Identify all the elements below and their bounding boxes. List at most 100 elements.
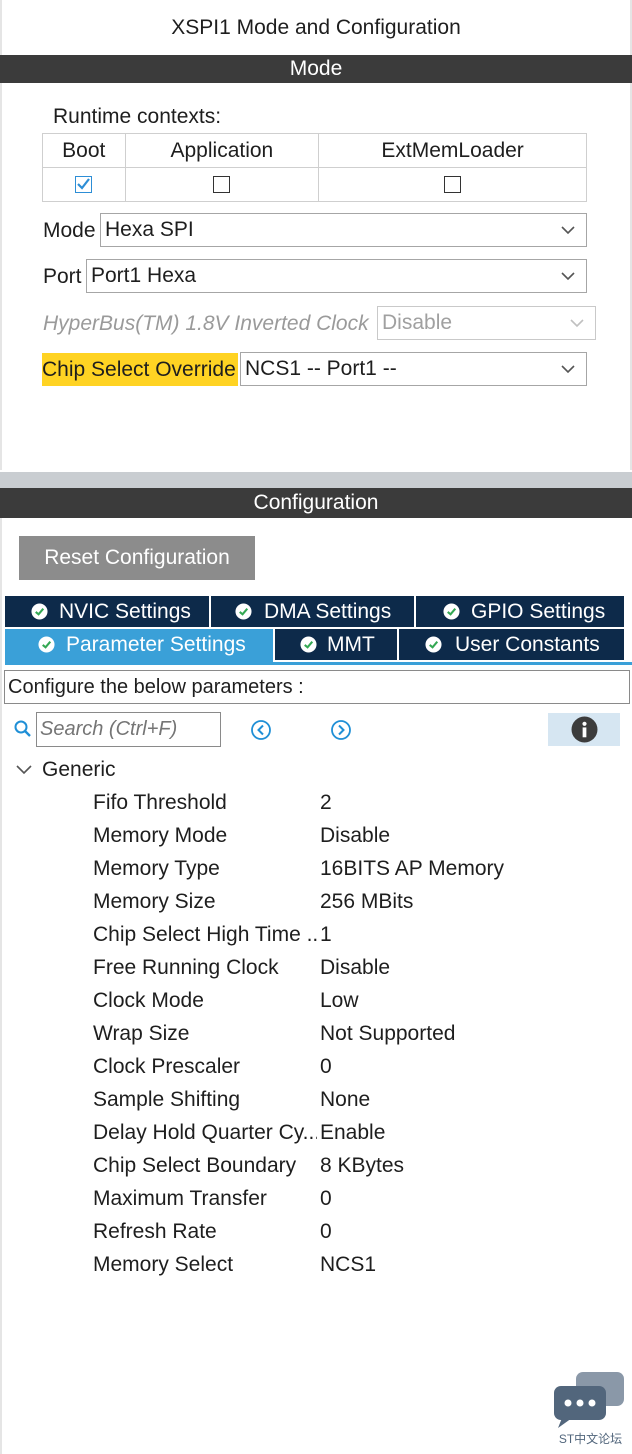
tab-gpio-settings[interactable]: GPIO Settings — [416, 596, 624, 627]
param-name: Memory Select — [93, 1253, 234, 1276]
check-circle-icon — [443, 603, 460, 620]
chevron-down-icon — [561, 365, 575, 374]
port-select-value: Port1 Hexa — [91, 264, 197, 287]
watermark-text: ST中文论坛 — [558, 1432, 623, 1446]
param-row[interactable]: Fifo Threshold 2 — [0, 786, 632, 819]
application-checkbox[interactable] — [213, 176, 231, 194]
param-value: Disable — [320, 824, 391, 847]
tab-mmt[interactable]: MMT — [275, 629, 397, 660]
hyperbus-label: HyperBus(TM) 1.8V Inverted Clock — [43, 312, 369, 335]
tab-label: Parameter Settings — [66, 633, 246, 656]
tab-label: MMT — [327, 633, 375, 656]
param-value: 0 — [320, 1187, 332, 1210]
param-name: Chip Select High Time .. — [93, 923, 317, 946]
param-row[interactable]: Clock Prescaler 0 — [0, 1050, 632, 1083]
chip-select-override-select[interactable]: NCS1 -- Port1 -- — [240, 352, 587, 386]
chevron-down-icon — [561, 272, 575, 281]
param-value: 8 KBytes — [320, 1154, 405, 1177]
chip-select-override-label: Chip Select Override — [42, 353, 238, 386]
chip-select-override-value: NCS1 -- Port1 -- — [245, 357, 397, 380]
reset-configuration-button[interactable]: Reset Configuration — [19, 536, 255, 580]
param-value: Enable — [320, 1121, 386, 1144]
previous-result-icon[interactable] — [250, 719, 272, 741]
chevron-down-icon[interactable] — [15, 763, 33, 777]
param-value: 16BITS AP Memory — [320, 857, 505, 880]
runtime-contexts-table: Boot Application ExtMemLoader — [42, 133, 587, 202]
tab-label: NVIC Settings — [59, 600, 191, 623]
tab-underline — [5, 662, 632, 665]
context-application-cell — [124, 167, 320, 202]
mode-select-value: Hexa SPI — [105, 218, 194, 241]
param-name: Chip Select Boundary — [93, 1154, 297, 1177]
mode-select[interactable]: Hexa SPI — [100, 213, 587, 247]
context-extmemloader-header: ExtMemLoader — [318, 133, 587, 168]
info-button[interactable] — [548, 713, 620, 746]
info-icon — [571, 716, 598, 743]
runtime-contexts-label: Runtime contexts: — [53, 105, 222, 128]
context-boot-header: Boot — [42, 133, 126, 168]
param-name: Sample Shifting — [93, 1088, 241, 1111]
param-row[interactable]: Delay Hold Quarter Cy... Enable — [0, 1116, 632, 1149]
param-value: None — [320, 1088, 371, 1111]
mode-label: Mode — [43, 219, 96, 242]
param-row[interactable]: Clock Mode Low — [0, 984, 632, 1017]
param-row[interactable]: Wrap Size Not Supported — [0, 1017, 632, 1050]
search-icon[interactable] — [13, 719, 33, 739]
param-value: Low — [320, 989, 359, 1012]
param-row[interactable]: Chip Select High Time .. 1 — [0, 918, 632, 951]
tab-user-constants[interactable]: User Constants — [399, 629, 624, 660]
panel-splitter[interactable] — [0, 472, 632, 488]
param-row[interactable]: Memory Mode Disable — [0, 819, 632, 852]
next-result-icon[interactable] — [330, 719, 352, 741]
group-generic-label[interactable]: Generic — [42, 757, 116, 783]
tab-parameter-settings[interactable]: Parameter Settings — [5, 629, 273, 662]
tab-nvic-settings[interactable]: NVIC Settings — [5, 596, 209, 627]
param-row[interactable]: Memory Select NCS1 — [0, 1248, 632, 1281]
param-name: Maximum Transfer — [93, 1187, 267, 1210]
param-row[interactable]: Refresh Rate 0 — [0, 1215, 632, 1248]
param-name: Wrap Size — [93, 1022, 190, 1045]
param-name: Memory Mode — [93, 824, 228, 847]
param-value: 1 — [320, 923, 332, 946]
param-row[interactable]: Maximum Transfer 0 — [0, 1182, 632, 1215]
check-circle-icon — [31, 603, 48, 620]
tab-dma-settings[interactable]: DMA Settings — [211, 596, 414, 627]
param-value: 0 — [320, 1055, 332, 1078]
boot-checkbox[interactable] — [75, 176, 93, 194]
context-boot-cell — [42, 167, 126, 202]
param-value: 0 — [320, 1220, 332, 1243]
param-row[interactable]: Free Running Clock Disable — [0, 951, 632, 984]
param-name: Free Running Clock — [93, 956, 279, 979]
param-row[interactable]: Sample Shifting None — [0, 1083, 632, 1116]
search-input[interactable] — [36, 712, 221, 747]
port-select[interactable]: Port1 Hexa — [86, 259, 587, 293]
param-name: Memory Type — [93, 857, 220, 880]
port-label: Port — [43, 265, 82, 288]
tab-label: DMA Settings — [264, 600, 392, 623]
configure-hint-box: Configure the below parameters : — [4, 670, 630, 704]
param-value: Disable — [320, 956, 391, 979]
param-value: NCS1 — [320, 1253, 377, 1276]
param-name: Clock Prescaler — [93, 1055, 241, 1078]
context-application-header: Application — [124, 133, 320, 168]
hyperbus-select-value: Disable — [382, 311, 453, 334]
chevron-down-icon — [570, 319, 584, 328]
param-name: Clock Mode — [93, 989, 204, 1012]
check-circle-icon — [425, 636, 442, 653]
param-name: Fifo Threshold — [93, 791, 227, 814]
hyperbus-select[interactable]: Disable — [377, 306, 596, 340]
extmemloader-checkbox[interactable] — [444, 176, 462, 194]
check-circle-icon — [235, 603, 252, 620]
param-value: 256 MBits — [320, 890, 414, 913]
param-row[interactable]: Memory Size 256 MBits — [0, 885, 632, 918]
param-row[interactable]: Memory Type 16BITS AP Memory — [0, 852, 632, 885]
check-circle-icon — [38, 636, 55, 653]
check-circle-icon — [300, 636, 317, 653]
param-value: Not Supported — [320, 1022, 456, 1045]
param-value: 2 — [320, 791, 332, 814]
forum-logo-icon — [554, 1372, 624, 1428]
param-name: Refresh Rate — [93, 1220, 217, 1243]
param-row[interactable]: Chip Select Boundary 8 KBytes — [0, 1149, 632, 1182]
window-title: XSPI1 Mode and Configuration — [171, 16, 461, 39]
configuration-header: Configuration — [0, 488, 632, 518]
